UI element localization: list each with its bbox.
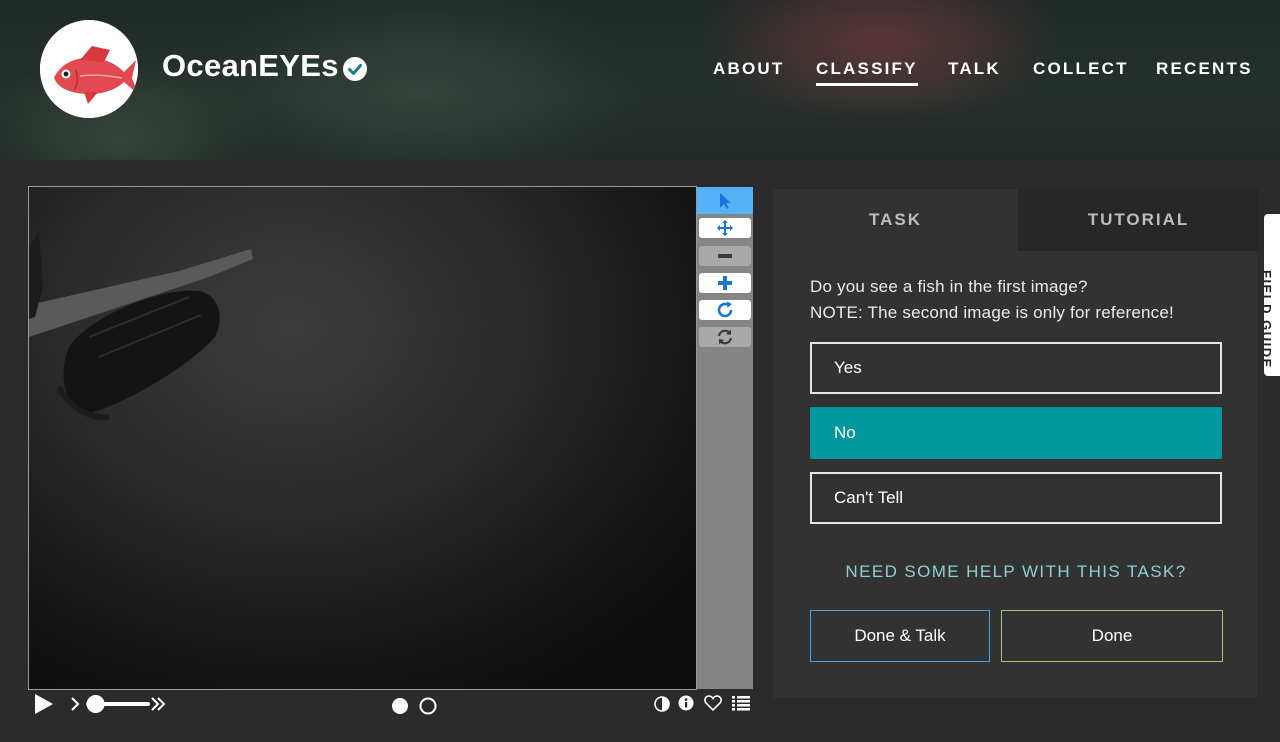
frame-dot-2[interactable] [418,696,438,721]
zoom-out-icon [718,254,732,258]
done-button[interactable]: Done [1001,610,1223,662]
reset-button[interactable] [699,327,751,347]
step-forward-icon[interactable] [70,697,80,711]
question-text: Do you see a fish in the first image? [810,277,1088,296]
rotate-button[interactable] [699,300,751,320]
question-note: NOTE: The second image is only for refer… [810,303,1174,322]
done-and-talk-button[interactable]: Done & Talk [810,610,990,662]
play-icon[interactable] [34,693,54,715]
answer-no[interactable]: No [810,407,1222,459]
zoom-out-button[interactable] [699,246,751,266]
answer-yes[interactable]: Yes [810,342,1222,394]
speed-slider[interactable] [84,694,168,714]
heart-icon[interactable] [704,695,722,711]
nav-about[interactable]: ABOUT [713,59,784,79]
zoom-in-icon [718,276,732,290]
nav-talk[interactable]: TALK [948,59,1001,79]
field-guide-tab[interactable]: FIELD GUIDE [1264,214,1280,376]
zoom-in-button[interactable] [699,273,751,293]
task-help-link[interactable]: NEED SOME HELP WITH THIS TASK? [773,562,1259,582]
nav-recents[interactable]: RECENTS [1156,59,1253,79]
frame-dot-filled-icon [392,698,408,714]
nav-classify[interactable]: CLASSIFY [816,59,918,86]
subject-viewer[interactable] [28,186,697,690]
project-header: OceanEYEs ABOUT CLASSIFY TALK COLLECT RE… [0,0,1280,160]
viewer-controls [28,690,754,720]
frame-dot-empty-icon [419,697,437,715]
subject-image [29,231,253,421]
collections-list-icon[interactable] [732,695,750,711]
move-tool-button[interactable] [699,218,751,238]
field-guide-label: FIELD GUIDE [1264,270,1274,369]
task-panel: TASK TUTORIAL Do you see a fish in the f… [772,188,1259,699]
viewer-toolbar [697,187,753,689]
pointer-tool-button[interactable] [697,187,753,214]
tab-tutorial[interactable]: TUTORIAL [1018,189,1259,251]
info-icon[interactable] [678,695,694,711]
reset-icon [717,329,733,345]
invert-icon[interactable] [654,696,670,712]
pointer-icon [720,192,731,209]
answer-cant-tell[interactable]: Can't Tell [810,472,1222,524]
nav-collect[interactable]: COLLECT [1033,59,1129,79]
frame-dot-1[interactable] [390,696,410,721]
rotate-icon [717,301,733,318]
move-icon [717,220,733,236]
task-question: Do you see a fish in the first image? NO… [810,274,1174,326]
main-nav: ABOUT CLASSIFY TALK COLLECT RECENTS [0,59,1280,89]
tab-task[interactable]: TASK [773,189,1018,251]
